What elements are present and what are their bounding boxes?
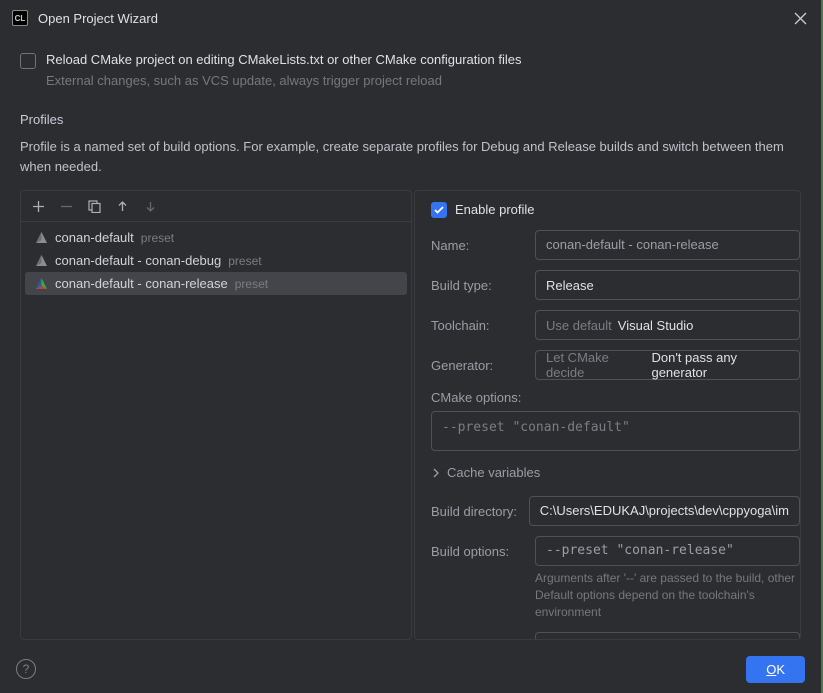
profile-details-panel: Enable profile Name: conan-default - con… <box>414 190 801 640</box>
cmake-options-label: CMake options: <box>431 390 800 405</box>
buildtype-select[interactable]: Release <box>535 270 800 300</box>
name-label: Name: <box>431 238 535 253</box>
toolchain-label: Toolchain: <box>431 318 535 333</box>
profiles-description: Profile is a named set of build options.… <box>20 137 801 176</box>
builddir-label: Build directory: <box>431 504 529 519</box>
copy-profile-button[interactable] <box>85 197 103 215</box>
profile-list: conan-default preset conan-default - con… <box>21 222 411 639</box>
cmake-options-input[interactable]: --preset "conan-default" <box>431 411 800 451</box>
buildtype-value: Release <box>546 278 594 293</box>
profile-name: conan-default - conan-debug <box>55 253 221 268</box>
cache-variables-toggle[interactable]: Cache variables <box>431 465 800 480</box>
chevron-right-icon <box>431 468 441 478</box>
reload-cmake-label: Reload CMake project on editing CMakeLis… <box>46 52 521 67</box>
profile-item[interactable]: conan-default - conan-release preset <box>25 272 407 295</box>
reload-cmake-sublabel: External changes, such as VCS update, al… <box>46 73 801 88</box>
generator-label: Generator: <box>431 358 535 373</box>
buildopts-hint: Arguments after '--' are passed to the b… <box>535 570 800 620</box>
enable-profile-checkbox[interactable] <box>431 202 447 218</box>
preset-tag: preset <box>235 277 268 291</box>
generator-value: Don't pass any generator <box>651 350 789 380</box>
cmake-triangle-icon <box>35 231 48 244</box>
profile-item[interactable]: conan-default preset <box>25 226 407 249</box>
toolchain-value: Visual Studio <box>618 318 694 333</box>
buildopts-input[interactable]: --preset "conan-release" <box>535 536 800 566</box>
name-input[interactable]: conan-default - conan-release <box>535 230 800 260</box>
window-title: Open Project Wizard <box>38 11 791 26</box>
help-button[interactable]: ? <box>16 659 36 679</box>
builddir-input[interactable]: C:\Users\EDUKAJ\projects\dev\cppyoga\im <box>529 496 800 526</box>
enable-profile-label: Enable profile <box>455 202 535 217</box>
close-icon <box>794 12 807 25</box>
cmake-triangle-icon <box>35 254 48 267</box>
profiles-heading: Profiles <box>20 112 801 127</box>
app-logo-icon: CL <box>12 10 28 26</box>
profile-item[interactable]: conan-default - conan-debug preset <box>25 249 407 272</box>
generator-default-hint: Let CMake decide <box>546 350 645 380</box>
add-profile-button[interactable] <box>29 197 47 215</box>
ok-button[interactable]: OK <box>746 656 805 683</box>
footer: ? OK <box>0 645 821 693</box>
reload-cmake-checkbox[interactable] <box>20 53 36 69</box>
preset-tag: preset <box>141 231 174 245</box>
buildopts-label: Build options: <box>431 544 535 559</box>
toolchain-default-hint: Use default <box>546 318 612 333</box>
preset-tag: preset <box>228 254 261 268</box>
move-down-button[interactable] <box>141 197 159 215</box>
remove-profile-button[interactable] <box>57 197 75 215</box>
toolchain-select[interactable]: Use default Visual Studio <box>535 310 800 340</box>
generator-select[interactable]: Let CMake decide Don't pass any generato… <box>535 350 800 380</box>
move-up-button[interactable] <box>113 197 131 215</box>
close-button[interactable] <box>791 9 809 27</box>
cache-variables-label: Cache variables <box>447 465 540 480</box>
buildtype-label: Build type: <box>431 278 535 293</box>
profiles-toolbar <box>21 191 411 222</box>
titlebar: CL Open Project Wizard <box>0 0 821 36</box>
profiles-list-panel: conan-default preset conan-default - con… <box>20 190 412 640</box>
profile-name: conan-default - conan-release <box>55 276 228 291</box>
environment-input[interactable]: Environment variables <box>535 632 800 640</box>
cmake-triangle-icon <box>35 277 48 290</box>
profile-name: conan-default <box>55 230 134 245</box>
